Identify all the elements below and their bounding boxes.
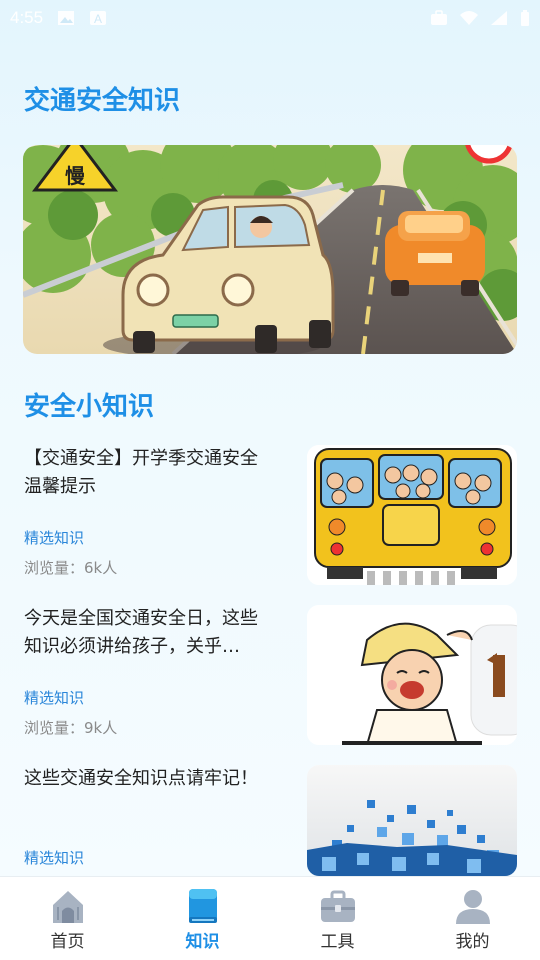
child-cartoon-illustration bbox=[307, 605, 517, 745]
tab-mine[interactable]: 我的 bbox=[405, 877, 540, 960]
slow-sign-text: 慢 bbox=[65, 164, 86, 188]
school-bus-illustration bbox=[307, 445, 517, 585]
article-card[interactable]: 【交通安全】开学季交通安全温馨提示 精选知识 浏览量：6k人 bbox=[0, 445, 540, 595]
banner-image[interactable]: 慢 bbox=[23, 145, 517, 354]
tab-home[interactable]: 首页 bbox=[0, 877, 135, 960]
views-count: 9k人 bbox=[84, 719, 118, 737]
signal-icon bbox=[491, 11, 507, 25]
article-card[interactable]: 今天是全国交通安全日，这些知识必须讲给孩子，关乎… 精选知识 浏览量：9k人 bbox=[0, 605, 540, 755]
article-tag: 精选知识 bbox=[24, 689, 85, 707]
gallery-icon bbox=[58, 11, 75, 25]
views-label: 浏览量： bbox=[24, 559, 85, 577]
article-title[interactable]: 这些交通安全知识点请牢记！ bbox=[24, 765, 264, 793]
wifi-icon bbox=[460, 11, 478, 25]
home-icon bbox=[52, 891, 83, 923]
article-thumbnail[interactable] bbox=[307, 445, 517, 585]
toolbox-icon bbox=[320, 890, 355, 922]
status-bar: 4:55 A bbox=[0, 0, 540, 36]
tab-tools[interactable]: 工具 bbox=[270, 877, 405, 960]
tab-label: 知识 bbox=[185, 932, 220, 952]
article-tag: 精选知识 bbox=[24, 529, 85, 547]
briefcase-status-icon bbox=[431, 10, 447, 25]
book-icon bbox=[188, 889, 217, 923]
status-time: 4:55 bbox=[10, 8, 44, 27]
svg-text:A: A bbox=[94, 12, 102, 26]
traffic-scene-illustration: 慢 bbox=[23, 145, 517, 354]
article-views: 浏览量：9k人 bbox=[24, 717, 117, 738]
article-tag: 精选知识 bbox=[24, 849, 85, 867]
article-thumbnail[interactable] bbox=[307, 605, 517, 745]
views-count: 6k人 bbox=[84, 559, 118, 577]
tab-label: 首页 bbox=[50, 932, 85, 952]
article-views: 浏览量：6k人 bbox=[24, 557, 117, 578]
bottom-tab-bar: 首页 知识 工具 我的 bbox=[0, 876, 540, 960]
article-title[interactable]: 今天是全国交通安全日，这些知识必须讲给孩子，关乎… bbox=[24, 605, 264, 661]
tab-knowledge[interactable]: 知识 bbox=[135, 877, 270, 960]
notification-a-icon: A bbox=[90, 11, 107, 26]
section-title: 安全小知识 bbox=[24, 392, 155, 422]
page-title: 交通安全知识 bbox=[24, 86, 181, 116]
user-icon bbox=[455, 890, 490, 924]
blue-cubes-illustration bbox=[307, 765, 517, 876]
tab-label: 我的 bbox=[455, 932, 490, 952]
article-title[interactable]: 【交通安全】开学季交通安全温馨提示 bbox=[24, 445, 264, 501]
battery-icon bbox=[521, 10, 529, 26]
tab-label: 工具 bbox=[320, 932, 355, 952]
views-label: 浏览量： bbox=[24, 719, 85, 737]
article-thumbnail[interactable] bbox=[307, 765, 517, 876]
